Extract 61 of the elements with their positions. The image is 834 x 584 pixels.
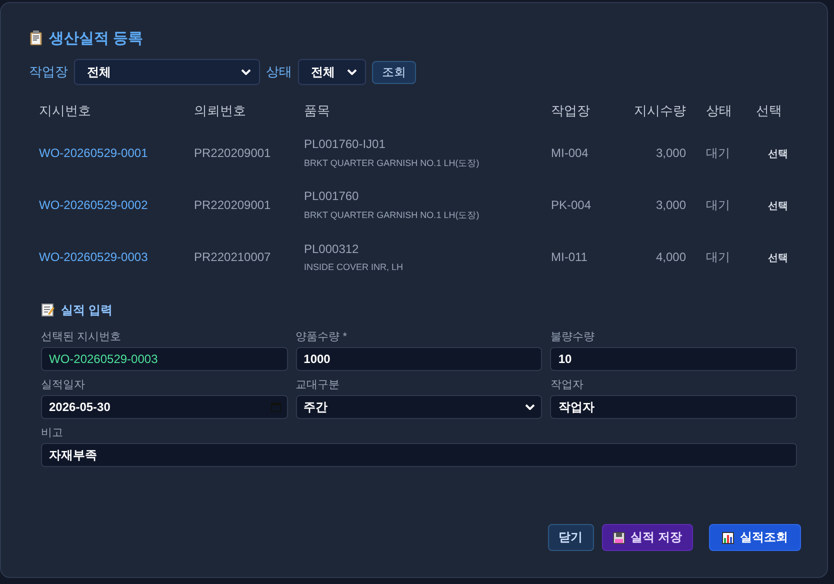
item-name: BRKT QUARTER GARNISH NO.1 LH(도장) [304, 208, 480, 222]
close-button[interactable]: 닫기 [548, 524, 594, 551]
date-field[interactable]: 2026-05-30 [41, 395, 288, 419]
column-header: 지시번호 [38, 102, 92, 120]
dropdown[interactable]: 전체 [298, 59, 366, 85]
select-button[interactable]: 선택 [756, 198, 788, 212]
dropdown[interactable]: 주간 [296, 395, 542, 419]
status-text: 대기 [706, 250, 730, 264]
bar-chart-icon [722, 532, 734, 544]
item-name: BRKT QUARTER GARNISH NO.1 LH(도장) [304, 156, 480, 170]
status-text: 대기 [706, 198, 730, 212]
table-cell: PR220210007 [194, 250, 271, 264]
search-button[interactable]: 조회 [372, 60, 416, 84]
table-cell: MI-011 [551, 250, 588, 264]
field-label: 양품수량 * [296, 330, 348, 344]
table-cell: 3,000 [656, 146, 686, 160]
memo-icon [41, 303, 55, 317]
item-code: PL000312 [304, 242, 360, 256]
order-number-link[interactable]: WO-20260529-0002 [39, 198, 148, 212]
field-label: 선택된 지시번호 [41, 330, 122, 344]
table-cell: 3,000 [656, 198, 686, 212]
status-text: 대기 [706, 146, 730, 160]
column-header: 품목 [304, 102, 331, 120]
column-header: 지시수량 [633, 102, 686, 120]
table-cell: PK-004 [551, 198, 592, 212]
item-code: PL001760-IJ01 [304, 136, 386, 150]
dialog-title: 생산실적 등록 [49, 28, 144, 48]
input-field[interactable]: WO-20260529-0003 [41, 347, 288, 371]
dropdown[interactable]: 전체 [74, 59, 260, 85]
table-cell: 4,000 [656, 250, 686, 264]
save-button[interactable]: 실적 저장 [602, 524, 693, 551]
field-label: 작업자 [550, 378, 584, 392]
column-header: 작업장 [551, 102, 591, 120]
chevron-down-icon [347, 69, 357, 75]
chevron-down-icon [525, 404, 536, 410]
column-header: 의뢰번호 [194, 102, 247, 120]
input-field[interactable]: 자재부족 [41, 443, 797, 467]
field-label: 실적일자 [41, 378, 86, 392]
input-field[interactable]: 작업자 [550, 395, 797, 419]
input-field[interactable]: 1000 [296, 347, 542, 371]
chevron-down-icon [241, 69, 251, 75]
clipboard-icon [29, 30, 43, 46]
item-code: PL001760 [304, 188, 360, 202]
view-results-button[interactable]: 실적조회 [709, 524, 801, 551]
item-name: INSIDE COVER INR, LH [304, 262, 404, 272]
column-header: 선택 [756, 102, 783, 120]
table-cell: PR220209001 [194, 146, 271, 160]
select-button[interactable]: 선택 [756, 146, 788, 160]
filter-label: 작업장 [29, 63, 68, 81]
select-button[interactable]: 선택 [756, 250, 788, 264]
table-cell: PR220209001 [194, 198, 271, 212]
field-label: 불량수량 [550, 330, 596, 344]
input-field[interactable]: 10 [550, 347, 797, 371]
field-label: 비고 [41, 426, 64, 440]
field-label: 교대구분 [296, 378, 341, 392]
column-header: 상태 [686, 95, 756, 127]
table-cell: MI-004 [551, 146, 588, 160]
filter-label: 상태 [266, 63, 292, 81]
order-number-link[interactable]: WO-20260529-0001 [39, 146, 148, 160]
section-title: 실적 입력 [61, 302, 112, 318]
order-number-link[interactable]: WO-20260529-0003 [39, 250, 148, 264]
